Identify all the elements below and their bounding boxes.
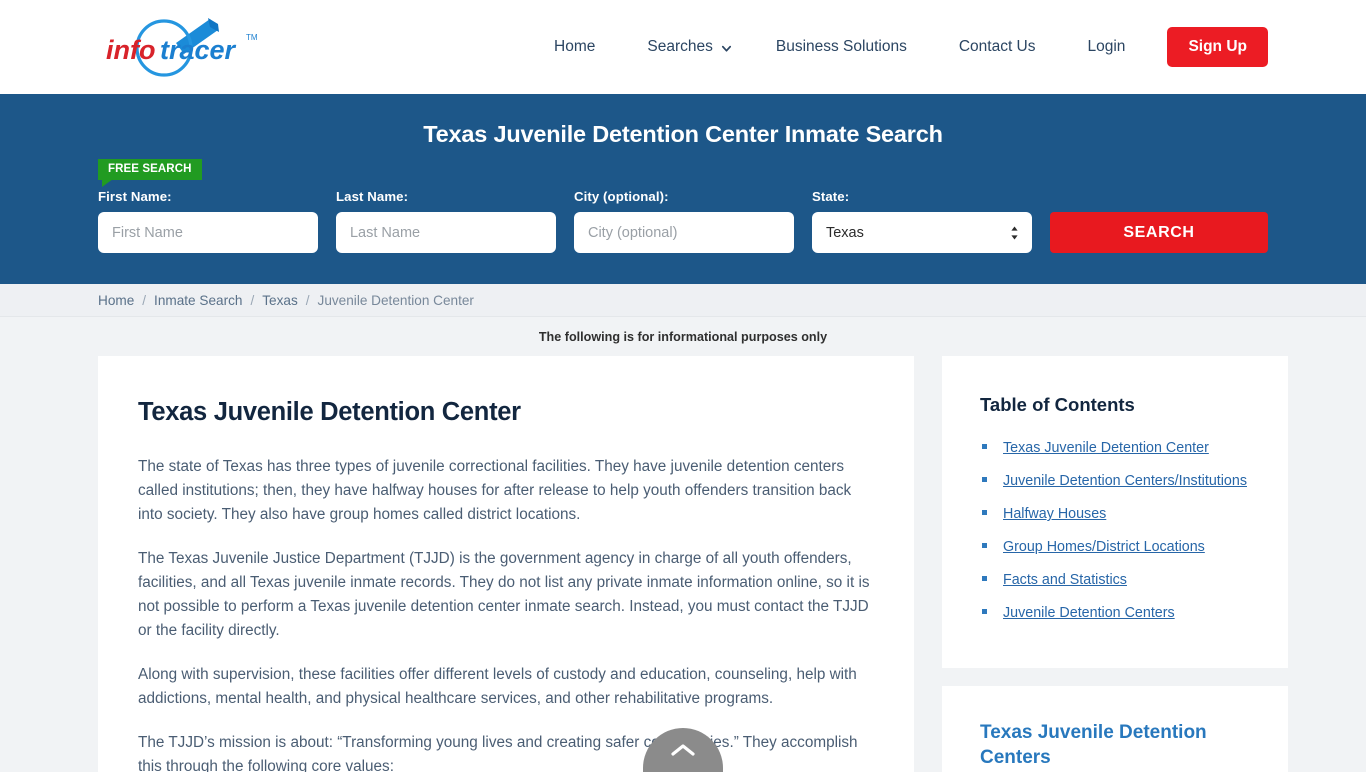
page-body: Texas Juvenile Detention Center The stat… — [0, 356, 1366, 772]
first-name-field-group: First Name: — [98, 189, 318, 253]
nav-item-contact-us[interactable]: Contact Us — [933, 28, 1062, 66]
svg-text:tracer: tracer — [160, 35, 237, 65]
search-form: First Name: Last Name: City (optional): … — [98, 189, 1268, 253]
breadcrumb: Home / Inmate Search / Texas / Juvenile … — [0, 284, 1366, 317]
page-title: Texas Juvenile Detention Center — [138, 398, 521, 426]
bullet-icon — [982, 576, 987, 581]
sidebar: Table of Contents Texas Juvenile Detenti… — [942, 356, 1288, 772]
breadcrumb-item-inmate-search[interactable]: Inmate Search — [154, 293, 242, 308]
table-of-contents-list: Texas Juvenile Detention Center Juvenile … — [980, 436, 1250, 626]
nav-label-contact-us: Contact Us — [958, 38, 1036, 55]
sign-up-button[interactable]: Sign Up — [1167, 27, 1268, 67]
breadcrumb-item-texas[interactable]: Texas — [262, 293, 298, 308]
city-field-group: City (optional): — [573, 189, 794, 253]
last-name-label: Last Name: — [335, 189, 409, 204]
state-field-group: State: TexasAlabamaAlaskaArizonaCaliforn… — [811, 189, 1032, 253]
table-of-contents-card: Table of Contents Texas Juvenile Detenti… — [942, 356, 1288, 668]
toc-list-item: Juvenile Detention Centers — [980, 601, 1250, 626]
free-search-badge: FREE SEARCH — [98, 159, 202, 187]
nav-item-searches[interactable]: Searches — [621, 28, 749, 66]
state-label: State: — [811, 189, 850, 204]
nav-item-business-solutions[interactable]: Business Solutions — [750, 28, 933, 66]
hero-search-section: Texas Juvenile Detention Center Inmate S… — [0, 94, 1366, 284]
bullet-icon — [982, 444, 987, 449]
breadcrumb-item-home[interactable]: Home — [98, 293, 134, 308]
nav-label-login: Login — [1087, 38, 1126, 55]
article-paragraph: The TJJD’s mission is about: “Transformi… — [138, 734, 858, 772]
breadcrumb-separator: / — [250, 292, 255, 308]
nav-item-login[interactable]: Login — [1062, 28, 1152, 66]
table-of-contents-title: Table of Contents — [980, 394, 1135, 415]
first-name-input[interactable] — [98, 212, 318, 253]
bullet-icon — [982, 510, 987, 515]
article-paragraph: The Texas Juvenile Justice Department (T… — [138, 550, 870, 639]
toc-link[interactable]: Facts and Statistics — [1003, 568, 1127, 593]
svg-text:TM: TM — [246, 33, 258, 42]
article-paragraph: Along with supervision, these facilities… — [138, 666, 857, 707]
toc-list-item: Juvenile Detention Centers/Institutions — [980, 469, 1250, 494]
bullet-icon — [982, 543, 987, 548]
nav-item-home[interactable]: Home — [528, 28, 621, 66]
hero-title: Texas Juvenile Detention Center Inmate S… — [423, 121, 943, 147]
last-name-input[interactable] — [335, 212, 556, 253]
state-select-wrapper: TexasAlabamaAlaskaArizonaCaliforniaFlori… — [811, 212, 1032, 253]
article-paragraph: The state of Texas has three types of ju… — [138, 458, 852, 523]
bullet-icon — [982, 609, 987, 614]
breadcrumb-item-juvenile-detention-center: Juvenile Detention Center — [317, 292, 474, 308]
main-article-card: Texas Juvenile Detention Center The stat… — [98, 356, 914, 772]
city-label: City (optional): — [573, 189, 669, 204]
site-header: info tracer TM Home Searches Business So… — [0, 0, 1366, 94]
breadcrumb-separator: / — [142, 292, 147, 308]
toc-list-item: Group Homes/District Locations — [980, 535, 1250, 560]
chevron-down-icon — [721, 43, 732, 54]
texas-juvenile-detention-centers-card: Texas Juvenile Detention Centers — [942, 686, 1288, 772]
city-input[interactable] — [573, 212, 794, 253]
toc-link[interactable]: Juvenile Detention Centers — [1003, 601, 1175, 626]
toc-list-item: Halfway Houses — [980, 502, 1250, 527]
svg-text:info: info — [106, 35, 155, 65]
chevron-up-icon — [670, 742, 696, 758]
toc-link[interactable]: Juvenile Detention Centers/Institutions — [1003, 469, 1247, 494]
informational-notice: The following is for informational purpo… — [538, 330, 828, 344]
toc-link[interactable]: Halfway Houses — [1003, 502, 1106, 527]
nav-label-business-solutions: Business Solutions — [775, 38, 907, 55]
toc-list-item: Facts and Statistics — [980, 568, 1250, 593]
free-search-badge-row: FREE SEARCH — [98, 159, 1268, 187]
last-name-field-group: Last Name: — [335, 189, 556, 253]
state-select[interactable]: TexasAlabamaAlaskaArizonaCaliforniaFlori… — [811, 212, 1032, 253]
logo-graphic: info tracer TM — [106, 18, 258, 77]
bullet-icon — [982, 477, 987, 482]
infotracer-logo[interactable]: info tracer TM — [98, 12, 266, 82]
nav-label-home: Home — [554, 38, 596, 55]
toc-list-item: Texas Juvenile Detention Center — [980, 436, 1250, 461]
first-name-label: First Name: — [98, 189, 172, 204]
breadcrumb-separator: / — [305, 292, 310, 308]
toc-link[interactable]: Group Homes/District Locations — [1003, 535, 1205, 560]
toc-link[interactable]: Texas Juvenile Detention Center — [1003, 436, 1209, 461]
main-navigation: Home Searches Business Solutions Contact… — [528, 27, 1268, 67]
search-button[interactable]: SEARCH — [1049, 212, 1268, 253]
sidebar-card-title: Texas Juvenile Detention Centers — [980, 722, 1207, 768]
nav-label-searches: Searches — [647, 38, 713, 55]
